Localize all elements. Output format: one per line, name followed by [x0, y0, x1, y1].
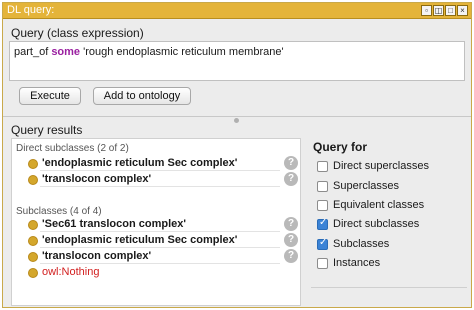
result-row[interactable]: 'endoplasmic reticulum Sec complex' ? — [16, 156, 300, 171]
close-icon[interactable]: × — [457, 5, 468, 16]
result-row[interactable]: 'Sec61 translocon complex' ? — [16, 217, 300, 232]
result-label: 'Sec61 translocon complex' — [42, 218, 187, 230]
help-icon[interactable]: ? — [284, 217, 298, 231]
option-label: Superclasses — [333, 180, 400, 192]
divider — [311, 287, 467, 288]
row-divider — [40, 186, 280, 187]
checkbox[interactable] — [317, 181, 328, 192]
dl-query-window: DL query: ▫ ◫ □ × Query (class expressio… — [2, 2, 472, 308]
class-icon — [28, 175, 38, 185]
result-label: 'endoplasmic reticulum Sec complex' — [42, 157, 238, 169]
result-label: 'endoplasmic reticulum Sec complex' — [42, 234, 238, 246]
help-icon[interactable]: ? — [284, 249, 298, 263]
class-icon — [28, 268, 38, 278]
checkbox[interactable] — [317, 217, 328, 230]
class-icon — [28, 252, 38, 262]
option-label: Direct superclasses — [333, 160, 429, 172]
class-icon — [28, 159, 38, 169]
option-label: Subclasses — [333, 238, 390, 250]
expression-keyword: some — [51, 46, 81, 58]
maximize-icon[interactable]: □ — [445, 5, 456, 16]
subclasses-header: Subclasses (4 of 4) — [16, 206, 102, 217]
checkbox[interactable] — [317, 200, 328, 211]
result-label: owl:Nothing — [42, 266, 100, 278]
option-label: Equivalent classes — [333, 199, 425, 211]
expression-suffix: 'rough endoplasmic reticulum membrane' — [80, 46, 284, 58]
option-label: Direct subclasses — [333, 218, 420, 230]
window-controls: ▫ ◫ □ × — [421, 5, 468, 16]
results-label: Query results — [11, 123, 83, 137]
results-list: Direct subclasses (2 of 2) 'endoplasmic … — [11, 138, 301, 306]
title-bar: DL query: ▫ ◫ □ × — [3, 3, 471, 19]
help-icon[interactable]: ? — [284, 172, 298, 186]
result-row[interactable]: 'translocon complex' ? — [16, 249, 300, 264]
result-row[interactable]: owl:Nothing — [16, 265, 300, 280]
class-expression-editor[interactable]: part_of some 'rough endoplasmic reticulu… — [9, 41, 465, 81]
class-icon — [28, 220, 38, 230]
row-divider — [40, 247, 280, 248]
result-label: 'translocon complex' — [42, 173, 152, 185]
help-icon[interactable]: ? — [284, 156, 298, 170]
checkbox[interactable] — [317, 161, 328, 172]
checkbox[interactable] — [317, 237, 328, 250]
add-to-ontology-button[interactable]: Add to ontology — [93, 87, 191, 105]
checkbox[interactable] — [317, 258, 328, 269]
class-icon — [28, 236, 38, 246]
option-label: Instances — [333, 257, 381, 269]
help-icon[interactable]: ? — [284, 233, 298, 247]
result-label: 'translocon complex' — [42, 250, 152, 262]
expression-prefix: part_of — [14, 46, 52, 58]
direct-subclasses-header: Direct subclasses (2 of 2) — [16, 143, 129, 154]
result-row[interactable]: 'endoplasmic reticulum Sec complex' ? — [16, 233, 300, 248]
row-divider — [40, 231, 280, 232]
float-icon[interactable]: ◫ — [433, 5, 444, 16]
row-divider — [40, 263, 280, 264]
query-label: Query (class expression) — [11, 26, 144, 40]
query-for-label: Query for — [313, 140, 368, 154]
restore-icon[interactable]: ▫ — [421, 5, 432, 16]
result-row[interactable]: 'translocon complex' ? — [16, 172, 300, 187]
row-divider — [40, 170, 280, 171]
split-handle-icon[interactable] — [234, 118, 239, 123]
window-title: DL query: — [7, 4, 55, 16]
execute-button[interactable]: Execute — [19, 87, 81, 105]
